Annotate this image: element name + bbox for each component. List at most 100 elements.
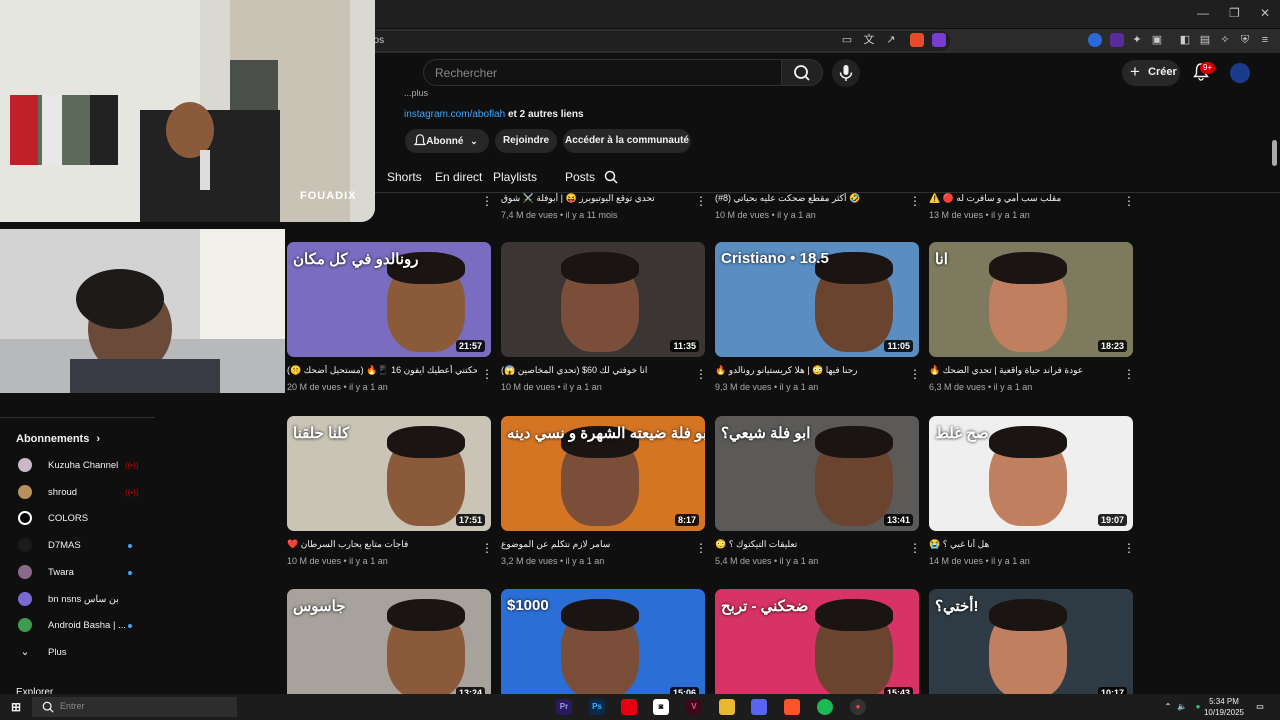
page-scrollbar[interactable] xyxy=(1272,140,1277,166)
video-title[interactable]: ⚠️ 🔴 مقلب سب أمي و سافرت له xyxy=(929,193,1119,204)
channel-links[interactable]: instagram.com/aboflah et 2 autres liens xyxy=(404,109,584,120)
brave-icon[interactable] xyxy=(784,699,800,715)
extension-icon[interactable] xyxy=(1088,33,1102,47)
tab-shorts[interactable]: Shorts xyxy=(387,170,422,184)
spotify-icon[interactable] xyxy=(817,699,833,715)
video-card[interactable]: صح غلط 19:07 😭 هل أنا غبي ؟ 14 M de vues • … xyxy=(929,416,1135,566)
community-button[interactable]: Accéder à la communauté xyxy=(563,129,691,153)
video-thumbnail[interactable]: صح غلط 19:07 xyxy=(929,416,1133,531)
video-title[interactable]: (#8) أكثر مقطع ضحكت عليه بحياتي 🤣 xyxy=(715,193,905,204)
volume-icon[interactable]: 🔈 xyxy=(1174,699,1190,715)
brave-shield-icon[interactable] xyxy=(910,33,924,47)
more-links[interactable]: et 2 autres liens xyxy=(505,109,584,120)
puzzle-icon[interactable]: ✦ xyxy=(1130,33,1144,47)
share-icon[interactable]: ↗ xyxy=(884,33,898,47)
sidebar-subscription-item[interactable]: Kuzuha Channel ((•)) xyxy=(0,453,155,479)
vegas-icon[interactable]: V xyxy=(686,699,702,715)
video-card[interactable]: كلنا حلقنا 17:51 ❤️ فاجأت متابع يحارب السر… xyxy=(287,416,493,566)
more-options-icon[interactable]: ⋮ xyxy=(909,195,921,207)
obs-icon[interactable]: ● xyxy=(850,699,866,715)
close-window-button[interactable]: ✕ xyxy=(1260,6,1270,20)
more-options-icon[interactable]: ⋮ xyxy=(695,542,707,554)
channel-link[interactable]: instagram.com/aboflah xyxy=(404,109,505,120)
sidebar-subscription-item[interactable]: Twara xyxy=(0,560,155,586)
more-options-icon[interactable]: ⋮ xyxy=(909,542,921,554)
cast-icon[interactable]: ▭ xyxy=(840,33,854,47)
subscriptions-title[interactable]: Abonnements › xyxy=(16,433,100,445)
video-card[interactable]: $1000 15:06 xyxy=(501,589,705,704)
video-title[interactable]: 😳 تعليقات التيكتوك ؟ xyxy=(715,539,905,550)
rewards-icon[interactable] xyxy=(932,33,946,47)
video-title[interactable]: ❤️ فاجأت متابع يحارب السرطان xyxy=(287,539,477,550)
search-input[interactable]: Rechercher xyxy=(423,59,781,86)
notifications-icon[interactable]: ▭ xyxy=(1252,699,1268,715)
menu-icon[interactable]: ≡ xyxy=(1258,33,1272,47)
video-title[interactable]: تحدي توقع اليوتيوبرز 😝 | أبوفلة ⚔️ شوق xyxy=(501,193,691,204)
vpn-icon[interactable]: ⛨ xyxy=(1238,33,1252,47)
switch-icon[interactable] xyxy=(621,699,637,715)
join-button[interactable]: Rejoindre xyxy=(495,129,557,153)
more-options-icon[interactable]: ⋮ xyxy=(481,368,493,380)
video-thumbnail[interactable]: كلنا حلقنا 17:51 xyxy=(287,416,491,531)
address-field[interactable]: eos xyxy=(340,31,950,51)
folder-icon[interactable] xyxy=(719,699,735,715)
more-options-icon[interactable]: ⋮ xyxy=(909,368,921,380)
leo-icon[interactable]: ✧ xyxy=(1218,33,1232,47)
subscribed-button[interactable]: Abonné ⌄ xyxy=(405,129,489,153)
search-button[interactable] xyxy=(781,59,823,86)
video-thumbnail[interactable]: جاسوس 13:24 xyxy=(287,589,491,704)
video-thumbnail[interactable]: رونالدو في كل مكان 21:57 xyxy=(287,242,491,357)
maximize-button[interactable]: ❐ xyxy=(1229,6,1240,20)
video-thumbnail[interactable]: ضحكني - تربح 15:43 xyxy=(715,589,919,704)
sidebar-more[interactable]: ⌄ Plus xyxy=(0,640,155,666)
video-card[interactable]: ابو فلة شيعي؟ 13:41 😳 تعليقات التيكتوك ؟ 5,… xyxy=(715,416,921,566)
sidebar-icon[interactable]: ▣ xyxy=(1150,33,1164,47)
video-card[interactable]: انا 18:23 🔥 عودة فراند حياة واقعية | تحدي … xyxy=(929,242,1135,392)
tab-posts[interactable]: Posts xyxy=(565,170,595,184)
video-thumbnail[interactable]: أختي؟! 10:17 xyxy=(929,589,1133,704)
more-options-icon[interactable]: ⋮ xyxy=(481,542,493,554)
video-title[interactable]: 😭 هل أنا غبي ؟ xyxy=(929,539,1119,550)
discord-icon[interactable] xyxy=(751,699,767,715)
voice-search-button[interactable] xyxy=(832,59,860,87)
video-title[interactable]: سامر لازم نتكلم عن الموضوع xyxy=(501,539,691,550)
video-title[interactable]: إذا ضحكتني أعطيك ايفون 16 📱🔥 (مستحيل أضح… xyxy=(287,365,477,376)
video-card[interactable]: 11:35 انا خوفتي لك 60$ (تحدي المخاصين 😱) 1… xyxy=(501,242,707,392)
video-title[interactable]: 🔥 عودة فراند حياة واقعية | تحدي الضحك xyxy=(929,365,1119,376)
tab-playlists[interactable]: Playlists xyxy=(493,170,537,184)
more-options-icon[interactable]: ⋮ xyxy=(1123,542,1135,554)
windows-start-icon[interactable]: ⊞ xyxy=(8,699,24,715)
video-card[interactable]: أختي؟! 10:17 xyxy=(929,589,1133,704)
video-title[interactable]: انا خوفتي لك 60$ (تحدي المخاصين 😱) xyxy=(501,365,691,376)
more-options-icon[interactable]: ⋮ xyxy=(695,368,707,380)
sidebar-subscription-item[interactable]: D7MAS xyxy=(0,533,155,559)
search-icon[interactable] xyxy=(604,170,618,184)
video-card[interactable]: ابو فلة ضيعته الشهرة و نسي دينه 8:17 سامر … xyxy=(501,416,707,566)
account-avatar[interactable] xyxy=(1230,63,1250,83)
photoshop-icon[interactable]: Ps xyxy=(589,699,605,715)
video-title[interactable]: 🔥 رحنا فيها 😳 | هلا كريستيانو رونالدو xyxy=(715,365,905,376)
video-thumbnail[interactable]: Cristiano • 18.5 11:05 xyxy=(715,242,919,357)
premiere-icon[interactable]: Pr xyxy=(556,699,572,715)
video-card[interactable]: Cristiano • 18.5 11:05 🔥 رحنا فيها 😳 | هلا… xyxy=(715,242,921,392)
taskbar-clock[interactable]: 5:34 PM 10/19/2025 xyxy=(1200,696,1248,718)
video-thumbnail[interactable]: ابو فلة ضيعته الشهرة و نسي دينه 8:17 xyxy=(501,416,705,531)
channel-description[interactable]: ...plus xyxy=(404,88,428,98)
sidebar-subscription-item[interactable]: Android Basha | ... xyxy=(0,613,155,639)
video-thumbnail[interactable]: $1000 15:06 xyxy=(501,589,705,704)
tab-live[interactable]: En direct xyxy=(435,170,482,184)
capcut-icon[interactable]: ◙ xyxy=(653,699,669,715)
taskbar-search[interactable]: Entrer xyxy=(32,697,237,717)
video-thumbnail[interactable]: ابو فلة شيعي؟ 13:41 xyxy=(715,416,919,531)
translate-icon[interactable]: 文 xyxy=(862,33,876,47)
video-thumbnail[interactable]: انا 18:23 xyxy=(929,242,1133,357)
more-options-icon[interactable]: ⋮ xyxy=(1123,195,1135,207)
extension-icon[interactable] xyxy=(1110,33,1124,47)
video-card[interactable]: رونالدو في كل مكان 21:57 إذا ضحكتني أعطيك … xyxy=(287,242,493,392)
sidebar-subscription-item[interactable]: shroud ((•)) xyxy=(0,480,155,506)
sidebar-subscription-item[interactable]: COLORS xyxy=(0,506,155,532)
panel-icon[interactable]: ◧ xyxy=(1178,33,1192,47)
more-options-icon[interactable]: ⋮ xyxy=(481,195,493,207)
minimize-button[interactable]: — xyxy=(1197,6,1209,20)
more-options-icon[interactable]: ⋮ xyxy=(695,195,707,207)
